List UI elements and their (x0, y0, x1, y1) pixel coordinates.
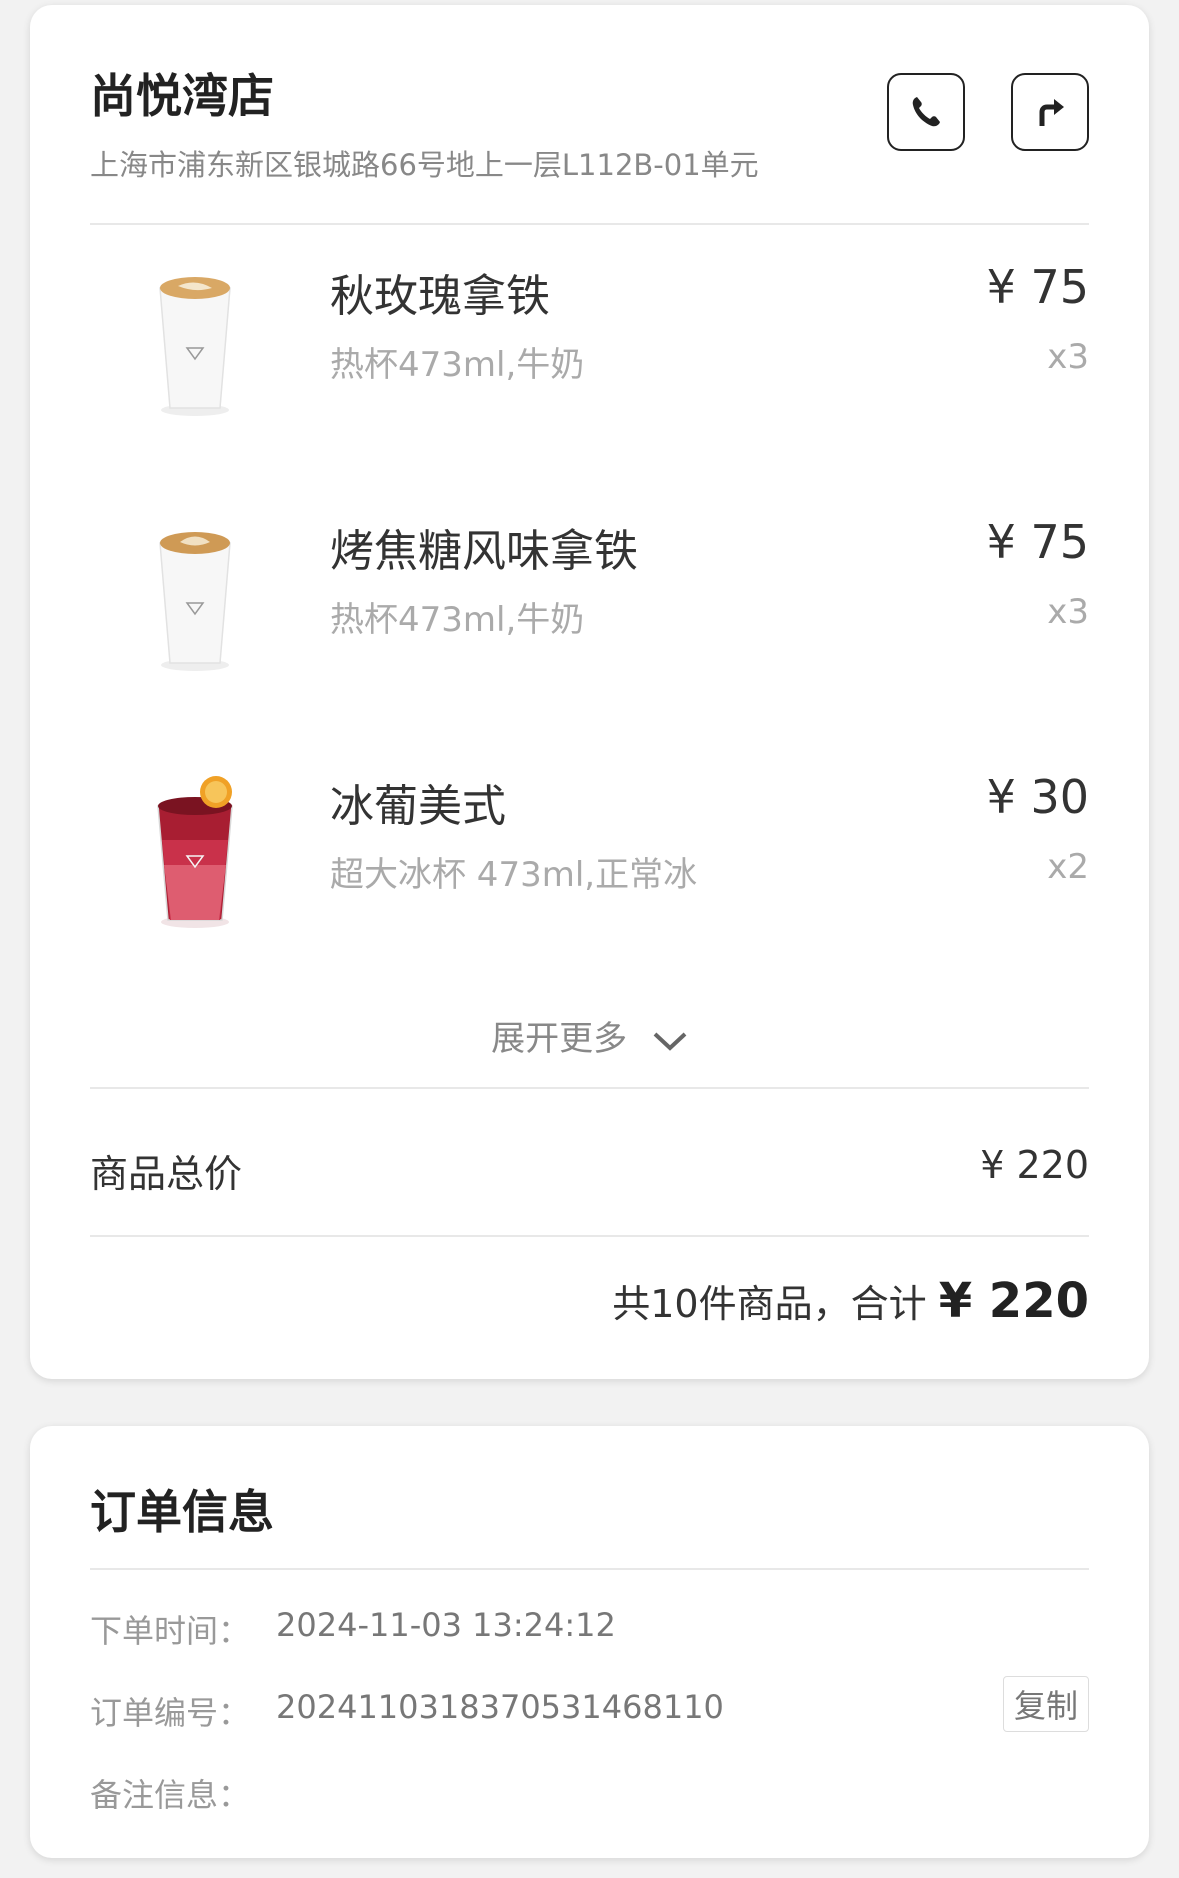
item-name: 烤焦糖风味拿铁 (330, 526, 638, 577)
hot-latte-cup-image (159, 532, 231, 671)
item-price: ¥ 30 (986, 770, 1089, 824)
copy-order-number-button[interactable]: 复制 (1003, 1676, 1089, 1732)
order-info-title: 订单信息 (90, 1485, 274, 1539)
item-quantity: x3 (1047, 337, 1089, 377)
item-quantity: x3 (1047, 592, 1089, 632)
phone-icon (912, 97, 940, 127)
store-order-card: 尚悦湾店 上海市浦东新区银城路66号地上一层L112B-01单元 秋玫瑰拿铁 热… (30, 5, 1149, 1379)
order-number-label: 订单编号： (90, 1694, 251, 1732)
total-amount: ¥ 220 (938, 1273, 1089, 1329)
item-name: 冰葡美式 (330, 781, 506, 832)
order-number-value: 2024110318370531468110 (276, 1688, 724, 1726)
order-time-label: 下单时间： (90, 1612, 251, 1650)
directions-icon (1039, 99, 1064, 126)
order-total: 共10件商品，合计 ¥ 220 (612, 1273, 1089, 1329)
expand-more-button[interactable]: 展开更多 (30, 1011, 1149, 1060)
item-spec: 热杯473ml,牛奶 (330, 600, 585, 640)
order-time-value: 2024-11-03 13:24:12 (276, 1606, 616, 1644)
item-price: ¥ 75 (986, 515, 1089, 569)
order-item: 冰葡美式 超大冰杯 473ml,正常冰 ¥ 30 x2 (30, 770, 1149, 970)
store-address: 上海市浦东新区银城路66号地上一层L112B-01单元 (90, 148, 759, 182)
item-name: 秋玫瑰拿铁 (330, 271, 550, 322)
iced-americano-cup-image (157, 776, 233, 928)
total-prefix: 共10件商品，合计 (612, 1282, 927, 1326)
subtotal-value: ¥ 220 (980, 1143, 1089, 1187)
chevron-down-icon (653, 1032, 687, 1051)
order-item: 秋玫瑰拿铁 热杯473ml,牛奶 ¥ 75 x3 (30, 260, 1149, 460)
item-spec: 热杯473ml,牛奶 (330, 345, 585, 385)
order-info-card: 订单信息 下单时间： 2024-11-03 13:24:12 订单编号： 202… (30, 1426, 1149, 1858)
divider (90, 223, 1089, 225)
store-name: 尚悦湾店 (90, 69, 274, 123)
divider (90, 1087, 1089, 1089)
call-store-button[interactable] (887, 73, 965, 151)
item-quantity: x2 (1047, 847, 1089, 887)
divider (90, 1568, 1089, 1570)
divider (90, 1235, 1089, 1237)
navigate-button[interactable] (1011, 73, 1089, 151)
item-price: ¥ 75 (986, 260, 1089, 314)
order-item: 烤焦糖风味拿铁 热杯473ml,牛奶 ¥ 75 x3 (30, 515, 1149, 715)
expand-more-label: 展开更多 (491, 1019, 628, 1059)
item-spec: 超大冰杯 473ml,正常冰 (330, 855, 698, 895)
subtotal-label: 商品总价 (90, 1152, 243, 1196)
order-note-label: 备注信息： (90, 1776, 251, 1814)
hot-latte-cup-image (159, 277, 231, 416)
